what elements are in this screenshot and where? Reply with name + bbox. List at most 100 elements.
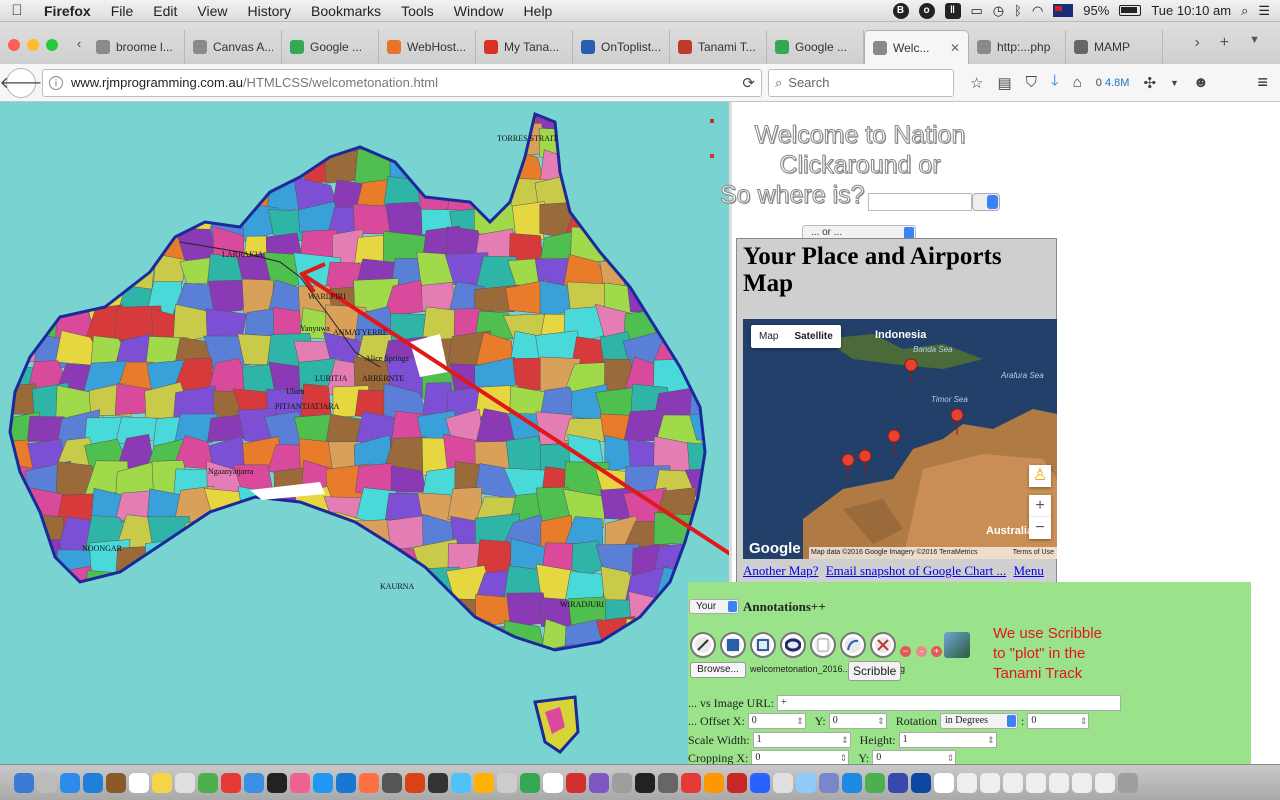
- close-window-icon[interactable]: [8, 39, 20, 51]
- dock-app-icon[interactable]: [750, 772, 770, 793]
- increase-icon[interactable]: +: [931, 646, 942, 657]
- dock-app-icon[interactable]: [290, 772, 310, 793]
- dock-app-icon[interactable]: [888, 772, 908, 793]
- chat-icon[interactable]: ☻: [1193, 74, 1209, 91]
- zoom-in-button[interactable]: +: [1029, 495, 1051, 517]
- dock-app-icon[interactable]: [543, 772, 563, 793]
- home-icon[interactable]: ⌂: [1073, 74, 1082, 91]
- pocket-icon[interactable]: ⛉: [1026, 74, 1037, 91]
- url-bar[interactable]: i www.rjmprogramming.com.au/HTMLCSS/welc…: [42, 68, 762, 97]
- tab-4[interactable]: WebHost...: [379, 30, 476, 64]
- another-map-link[interactable]: Another Map?: [743, 563, 818, 578]
- extension-icon[interactable]: ✣: [1143, 74, 1156, 92]
- menu-help[interactable]: Help: [514, 3, 563, 19]
- offset-y-input[interactable]: 0: [828, 713, 887, 729]
- dock-app-icon[interactable]: [612, 772, 632, 793]
- dock-app-icon[interactable]: [60, 772, 80, 793]
- tab-9[interactable]: Welc... ✕: [864, 30, 969, 64]
- dock-app-icon[interactable]: [681, 772, 701, 793]
- dock-app-icon[interactable]: [198, 772, 218, 793]
- dock-app-icon[interactable]: [428, 772, 448, 793]
- dock-app-icon[interactable]: [704, 772, 724, 793]
- dock-app-icon[interactable]: [497, 772, 517, 793]
- dock-app-icon[interactable]: [451, 772, 471, 793]
- bookmark-star-icon[interactable]: ☆: [970, 74, 983, 92]
- reload-icon[interactable]: ⟳: [742, 74, 755, 92]
- where-is-input[interactable]: [868, 193, 972, 211]
- dock-app-icon[interactable]: [819, 772, 839, 793]
- dock-app-icon[interactable]: [221, 772, 241, 793]
- scribble-tool-icon[interactable]: [840, 632, 866, 658]
- scale-height-input[interactable]: 1: [898, 732, 997, 748]
- where-is-select[interactable]: [972, 193, 1000, 211]
- dash-icon[interactable]: -: [916, 646, 927, 657]
- dock-app-icon[interactable]: [727, 772, 747, 793]
- tab-6[interactable]: OnToplist...: [573, 30, 670, 64]
- menu-file[interactable]: File: [101, 3, 144, 19]
- tab-scroll-right-icon[interactable]: ›: [1194, 34, 1199, 52]
- dock-app-icon[interactable]: [773, 772, 793, 793]
- status-b-icon[interactable]: B: [892, 2, 909, 19]
- reading-list-icon[interactable]: ▤: [997, 74, 1011, 92]
- status-o-icon[interactable]: o: [918, 2, 935, 19]
- rotation-unit-select[interactable]: in Degrees: [940, 713, 1019, 729]
- dock-app-icon[interactable]: [267, 772, 287, 793]
- extension-dropdown-icon[interactable]: ▼: [1170, 78, 1179, 88]
- clock[interactable]: Tue 10:10 am: [1151, 3, 1231, 18]
- dock-app-icon[interactable]: [152, 772, 172, 793]
- wifi-icon[interactable]: ◠: [1032, 3, 1043, 19]
- tab-10[interactable]: http:...php: [969, 30, 1066, 64]
- dock-app-icon[interactable]: [313, 772, 333, 793]
- dock-app-icon[interactable]: [1072, 772, 1092, 793]
- notification-center-icon[interactable]: ☰: [1258, 3, 1270, 19]
- dock-app-icon[interactable]: [1095, 772, 1115, 793]
- menu-app-firefox[interactable]: Firefox: [34, 3, 101, 19]
- menu-bookmarks[interactable]: Bookmarks: [301, 3, 391, 19]
- battery-icon[interactable]: [1119, 5, 1142, 16]
- dock-app-icon[interactable]: [106, 772, 126, 793]
- your-select[interactable]: Your: [689, 599, 739, 614]
- status-pause-icon[interactable]: ‖: [944, 2, 961, 19]
- menu-link[interactable]: Menu: [1013, 563, 1043, 578]
- dock-app-icon[interactable]: [129, 772, 149, 793]
- tab-5[interactable]: My Tana...: [476, 30, 573, 64]
- image-url-input[interactable]: +: [777, 695, 1121, 711]
- dock-app-icon[interactable]: [566, 772, 586, 793]
- scale-width-input[interactable]: 1: [752, 732, 851, 748]
- dock-app-icon[interactable]: [658, 772, 678, 793]
- tab-3[interactable]: Google ...: [282, 30, 379, 64]
- dock-app-icon[interactable]: [934, 772, 954, 793]
- cropping-y-input[interactable]: 0: [872, 750, 957, 764]
- close-tab-icon[interactable]: ✕: [950, 41, 960, 55]
- pegman-icon[interactable]: ♙: [1029, 465, 1051, 487]
- dock-app-icon[interactable]: [911, 772, 931, 793]
- bluetooth-icon[interactable]: ᛒ: [1014, 3, 1022, 18]
- dock-app-icon[interactable]: [474, 772, 494, 793]
- dock-app-icon[interactable]: [83, 772, 103, 793]
- dock-app-icon[interactable]: [1049, 772, 1069, 793]
- apple-menu-icon[interactable]: : [0, 2, 34, 19]
- spotlight-search-icon[interactable]: ⌕: [1241, 3, 1248, 19]
- dock-app-icon[interactable]: [520, 772, 540, 793]
- dock-app-icon[interactable]: [244, 772, 264, 793]
- menu-tools[interactable]: Tools: [391, 3, 444, 19]
- offset-x-input[interactable]: 0: [747, 713, 806, 729]
- dock-app-icon[interactable]: [589, 772, 609, 793]
- dock-app-icon[interactable]: [14, 772, 34, 793]
- image-thumbnail-icon[interactable]: [944, 632, 970, 658]
- time-machine-icon[interactable]: ◷: [993, 3, 1004, 19]
- terms-of-use-link[interactable]: Terms of Use: [1013, 547, 1057, 559]
- tab-7[interactable]: Tanami T...: [670, 30, 767, 64]
- tab-1[interactable]: broome l...: [88, 30, 185, 64]
- line-tool-icon[interactable]: [690, 632, 716, 658]
- dock-app-icon[interactable]: [796, 772, 816, 793]
- menu-view[interactable]: View: [187, 3, 237, 19]
- dock-app-icon[interactable]: [405, 772, 425, 793]
- menu-history[interactable]: History: [237, 3, 301, 19]
- dock-app-icon[interactable]: [336, 772, 356, 793]
- site-info-icon[interactable]: i: [49, 75, 63, 90]
- airplay-icon[interactable]: ▭: [971, 3, 983, 19]
- dock-app-icon[interactable]: [37, 772, 57, 793]
- download-status[interactable]: 0 4.8M: [1096, 77, 1130, 89]
- dock-app-icon[interactable]: [1003, 772, 1023, 793]
